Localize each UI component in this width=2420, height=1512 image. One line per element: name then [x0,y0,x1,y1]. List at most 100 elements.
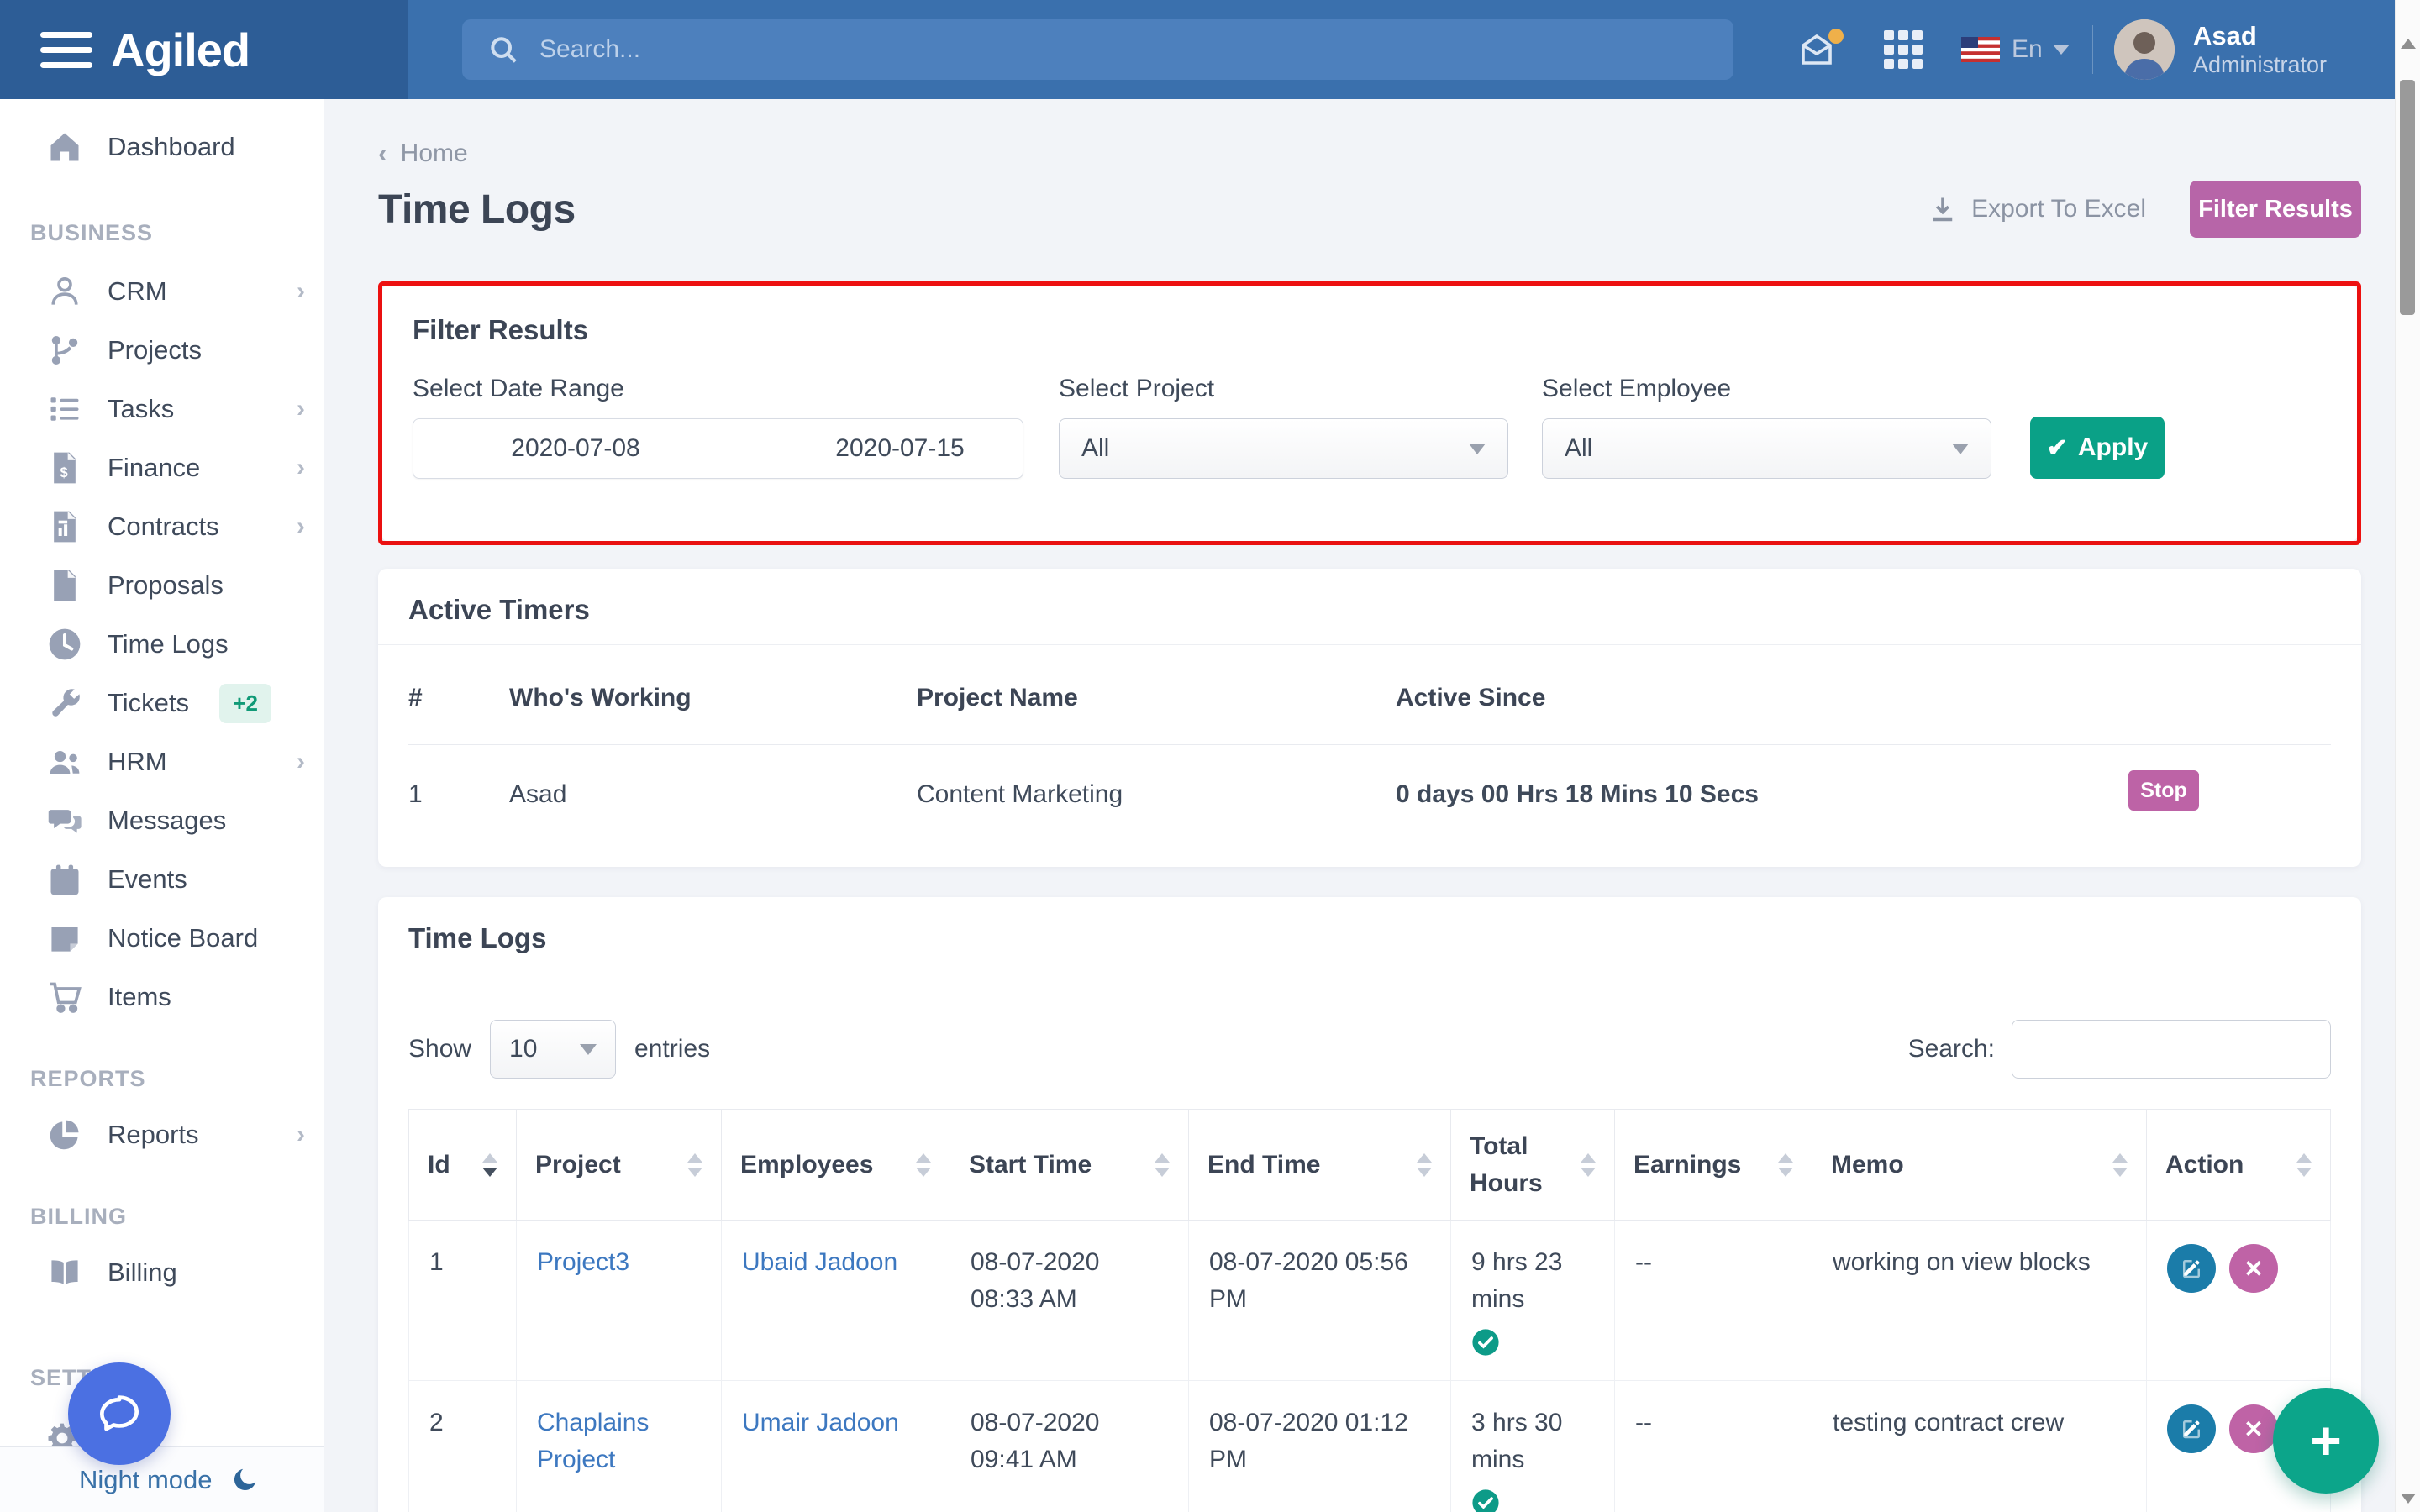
col-header-start-time[interactable]: Start Time [950,1110,1189,1221]
employee-select-value: All [1565,434,1592,463]
add-time-log-fab[interactable]: + [2273,1388,2379,1494]
col-header-end-time[interactable]: End Time [1189,1110,1451,1221]
x-icon: ✕ [2244,1255,2263,1283]
col-header-earnings[interactable]: Earnings [1615,1110,1812,1221]
time-logs-panel: Time Logs Show 10 entries Search: [378,897,2361,1512]
sort-icon [2112,1153,2128,1177]
mail-button[interactable] [1797,0,1837,99]
user-menu[interactable]: Asad Administrator [2114,0,2327,99]
pie-chart-icon [44,1116,86,1153]
log-start: 08-07-2020 08:33 AM [950,1221,1189,1381]
time-logs-table: Id Project Employees Start Time End Time… [408,1109,2331,1512]
date-to-input[interactable] [738,419,1062,478]
col-header-memo[interactable]: Memo [1812,1110,2147,1221]
chevron-down-icon [2053,45,2070,55]
filter-results-button[interactable]: Filter Results [2190,181,2361,238]
col-header-id[interactable]: Id [409,1110,517,1221]
scroll-up-arrow[interactable] [2401,39,2416,49]
chevron-right-icon: › [297,395,305,423]
stop-timer-button[interactable]: Stop [2128,770,2199,811]
chat-widget-button[interactable] [68,1362,171,1465]
log-end: 08-07-2020 01:12 PM [1189,1381,1451,1512]
search-input[interactable] [539,35,1733,64]
tickets-count-badge: +2 [219,684,271,723]
chat-bubbles-icon [44,802,86,839]
sidebar-item-time-logs[interactable]: Time Logs [0,615,324,674]
employee-select[interactable]: All [1542,418,1991,479]
notification-dot [1828,29,1844,44]
date-from-input[interactable] [413,419,738,478]
edit-button[interactable] [2167,1404,2216,1453]
project-select-value: All [1081,434,1109,463]
sidebar-item-proposals[interactable]: Proposals [0,556,324,615]
page-size-select[interactable]: 10 [490,1020,616,1079]
chevron-right-icon: › [297,277,305,306]
delete-button[interactable]: ✕ [2229,1244,2278,1293]
sidebar-item-finance[interactable]: $ Finance › [0,438,324,497]
grid-icon [1884,30,1923,69]
sort-icon [482,1153,497,1177]
sidebar-item-reports[interactable]: Reports › [0,1105,324,1164]
employee-link[interactable]: Ubaid Jadoon [742,1248,897,1276]
sidebar-item-hrm[interactable]: HRM › [0,732,324,791]
log-end: 08-07-2020 05:56 PM [1189,1221,1451,1381]
edit-icon [2179,1256,2204,1281]
col-header-employees[interactable]: Employees [722,1110,950,1221]
timer-duration: 0 days 00 Hrs 18 Mins 10 Secs [1396,745,2085,858]
apply-filter-button[interactable]: ✔ Apply [2030,417,2165,479]
sidebar-section-reports: REPORTS [0,1052,324,1105]
project-select-label: Select Project [1059,375,1542,403]
active-timers-table: # Who's Working Project Name Active Sinc… [408,645,2331,858]
col-header-project-name: Project Name [917,645,1396,745]
night-mode-toggle[interactable]: Night mode [0,1446,324,1512]
top-navbar: Agiled En Asad Administrator [0,0,2395,99]
svg-text:$: $ [60,465,68,480]
sort-icon [916,1153,931,1177]
page-scrollbar[interactable] [2395,0,2420,1512]
global-search [462,19,1733,80]
sidebar-item-items[interactable]: Items [0,968,324,1026]
project-select[interactable]: All [1059,418,1508,479]
sidebar-item-billing[interactable]: Billing [0,1243,324,1302]
breadcrumb-home[interactable]: Home [401,139,468,168]
sidebar-item-messages[interactable]: Messages [0,791,324,850]
branch-icon [44,332,86,369]
col-header-num: # [408,645,509,745]
sidebar-item-dashboard[interactable]: Dashboard [0,118,324,176]
sidebar-item-events[interactable]: Events [0,850,324,909]
edit-button[interactable] [2167,1244,2216,1293]
log-total-hours: 3 hrs 30 mins [1451,1381,1615,1512]
log-memo: testing contract crew [1812,1381,2147,1512]
sidebar: Dashboard BUSINESS CRM › Projects Tasks … [0,99,324,1512]
date-range-label: Select Date Range [413,375,1059,403]
col-header-action[interactable]: Action [2147,1110,2331,1221]
plus-icon: + [2310,1410,2341,1471]
app-logo[interactable]: Agiled [111,23,250,77]
project-link[interactable]: Project3 [537,1248,629,1276]
brand-area: Agiled [0,0,408,99]
export-to-excel-button[interactable]: Export To Excel [1928,194,2146,224]
scroll-down-arrow[interactable] [2401,1494,2416,1504]
sort-icon [1417,1153,1432,1177]
scrollbar-thumb[interactable] [2400,80,2415,315]
language-selector[interactable]: En [1961,0,2070,99]
sidebar-item-crm[interactable]: CRM › [0,262,324,321]
project-link[interactable]: Chaplains Project [537,1409,649,1473]
sidebar-item-notice-board[interactable]: Notice Board [0,909,324,968]
delete-button[interactable]: ✕ [2229,1404,2278,1453]
sidebar-item-tickets[interactable]: Tickets +2 [0,674,324,732]
sidebar-item-contracts[interactable]: Contracts › [0,497,324,556]
sidebar-item-projects[interactable]: Projects [0,321,324,380]
apps-grid-button[interactable] [1884,0,1923,99]
sidebar-item-tasks[interactable]: Tasks › [0,380,324,438]
col-header-total-hours[interactable]: Total Hours [1451,1110,1615,1221]
col-header-project[interactable]: Project [517,1110,722,1221]
check-circle-icon [1471,1328,1500,1357]
employee-link[interactable]: Umair Jadoon [742,1409,899,1436]
breadcrumb[interactable]: ‹ Home [378,138,513,169]
user-role: Administrator [2193,51,2327,78]
table-search-input[interactable] [2012,1020,2331,1079]
active-timer-row: 1 Asad Content Marketing 0 days 00 Hrs 1… [408,745,2331,858]
hamburger-menu-icon[interactable] [40,23,94,77]
table-row: 1 Project3 Ubaid Jadoon 08-07-2020 08:33… [409,1221,2331,1381]
